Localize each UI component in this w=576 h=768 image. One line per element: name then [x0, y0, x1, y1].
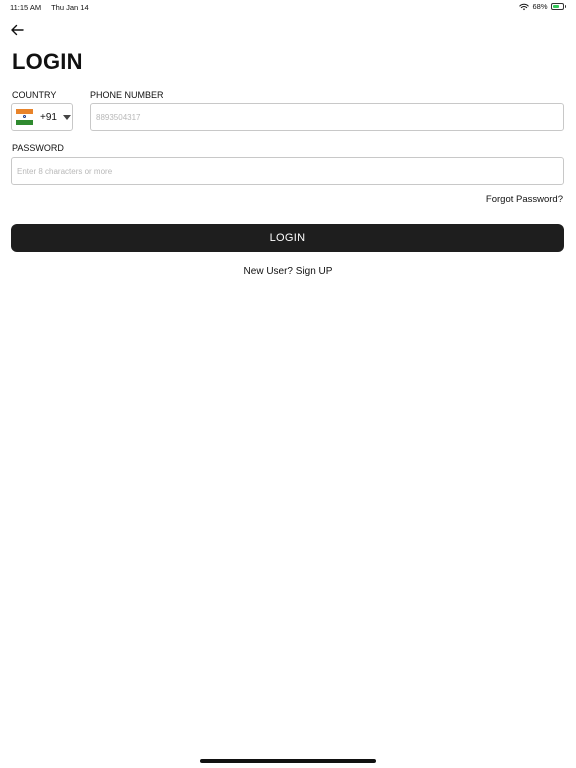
login-button[interactable]: LOGIN	[11, 224, 564, 252]
phone-number-label: PHONE NUMBER	[90, 90, 164, 100]
status-bar: 11:15 AM Thu Jan 14 68%	[0, 0, 576, 14]
arrow-left-icon[interactable]	[9, 23, 25, 37]
battery-fill	[552, 5, 559, 8]
home-indicator[interactable]	[200, 759, 376, 763]
status-time: 11:15 AM	[10, 3, 42, 12]
signup-link[interactable]: New User? Sign UP	[0, 266, 576, 277]
status-right: 68%	[519, 2, 566, 11]
wifi-icon	[519, 3, 530, 10]
country-dial-code: +91	[40, 111, 57, 123]
battery-icon	[550, 3, 566, 10]
password-label: PASSWORD	[12, 143, 64, 153]
status-date: Thu Jan 14	[51, 3, 89, 12]
india-flag-icon	[16, 109, 33, 125]
status-left: 11:15 AM Thu Jan 14	[10, 3, 97, 12]
chevron-down-icon	[62, 114, 71, 120]
battery-percent: 68%	[532, 2, 548, 11]
phone-number-input[interactable]	[90, 103, 564, 131]
country-label: COUNTRY	[12, 90, 57, 100]
password-input[interactable]	[11, 157, 564, 185]
forgot-password-link[interactable]: Forgot Password?	[486, 194, 563, 205]
page-title: LOGIN	[12, 49, 83, 74]
country-picker[interactable]: +91	[11, 103, 73, 131]
